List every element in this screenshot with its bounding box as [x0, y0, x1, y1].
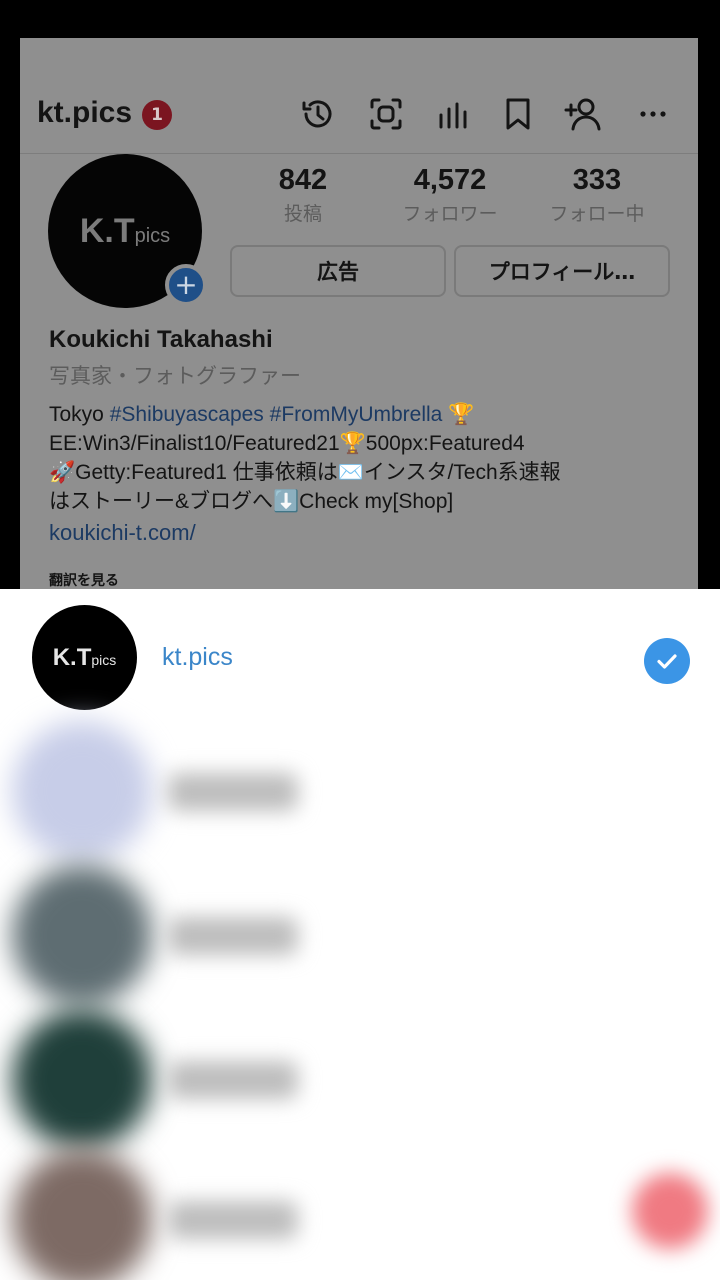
- bio-text: Tokyo #Shibuyascapes #FromMyUmbrella 🏆 E…: [49, 403, 561, 513]
- profile-top-bar: kt.pics 1: [20, 38, 698, 154]
- stat-value: 4,572: [413, 164, 487, 196]
- stat-label: フォロー中: [549, 203, 645, 225]
- followers-stat[interactable]: 4,572 フォロワー: [380, 164, 520, 226]
- avatar-logo: K.Tpics: [52, 643, 117, 671]
- add-user-icon[interactable]: [563, 94, 603, 134]
- account-name: [168, 917, 298, 955]
- account-row-blurred[interactable]: [0, 1009, 720, 1149]
- insights-icon[interactable]: [433, 94, 473, 134]
- bookmark-icon[interactable]: [498, 94, 538, 134]
- profile-screen: kt.pics 1 K.Tpics + 842 投稿 4,572 フォロワー 3…: [20, 38, 698, 598]
- notification-badge: 1: [142, 100, 172, 130]
- following-stat[interactable]: 333 フォロー中: [527, 164, 667, 226]
- stat-value: 333: [572, 164, 622, 196]
- more-icon[interactable]: [633, 94, 673, 134]
- hashtag-link[interactable]: #Shibuyascapes: [110, 403, 264, 426]
- account-switcher-sheet: K.Tpics kt.pics: [0, 589, 720, 1280]
- stat-label: 投稿: [283, 203, 322, 225]
- profile-bio: Koukichi Takahashi 写真家・フォトグラファー Tokyo #S…: [49, 326, 689, 590]
- account-name: [168, 1061, 298, 1099]
- add-story-button[interactable]: +: [165, 264, 207, 306]
- full-name: Koukichi Takahashi: [49, 326, 273, 353]
- scan-icon[interactable]: [366, 94, 406, 134]
- account-row-current[interactable]: K.Tpics kt.pics: [0, 603, 720, 713]
- stat-value: 842: [278, 164, 328, 196]
- floating-action-button[interactable]: [632, 1173, 708, 1249]
- avatar-logo: K.Tpics: [79, 211, 171, 250]
- account-avatar: K.Tpics: [32, 605, 137, 710]
- account-name: [168, 1201, 298, 1239]
- account-name: [168, 773, 298, 811]
- account-row-blurred[interactable]: [0, 865, 720, 1005]
- history-icon[interactable]: [298, 94, 338, 134]
- stat-label: フォロワー: [402, 203, 498, 225]
- account-avatar: [12, 1009, 152, 1149]
- website-link[interactable]: koukichi-t.com/: [49, 520, 689, 546]
- edit-profile-button[interactable]: プロフィール…: [454, 245, 670, 297]
- account-avatar: [12, 721, 152, 861]
- account-row-blurred[interactable]: [0, 1149, 720, 1280]
- category-label: 写真家・フォトグラファー: [49, 364, 301, 388]
- account-row-blurred[interactable]: [0, 721, 720, 861]
- checkmark-icon: [644, 638, 690, 684]
- translate-link[interactable]: 翻訳を見る: [49, 570, 689, 590]
- account-name: kt.pics: [162, 643, 233, 671]
- hashtag-link[interactable]: #FromMyUmbrella: [270, 403, 443, 426]
- account-avatar: [12, 865, 152, 1005]
- account-avatar: [12, 1149, 152, 1280]
- ads-button[interactable]: 広告: [230, 245, 446, 297]
- profile-username[interactable]: kt.pics: [37, 96, 132, 130]
- posts-stat[interactable]: 842 投稿: [233, 164, 373, 226]
